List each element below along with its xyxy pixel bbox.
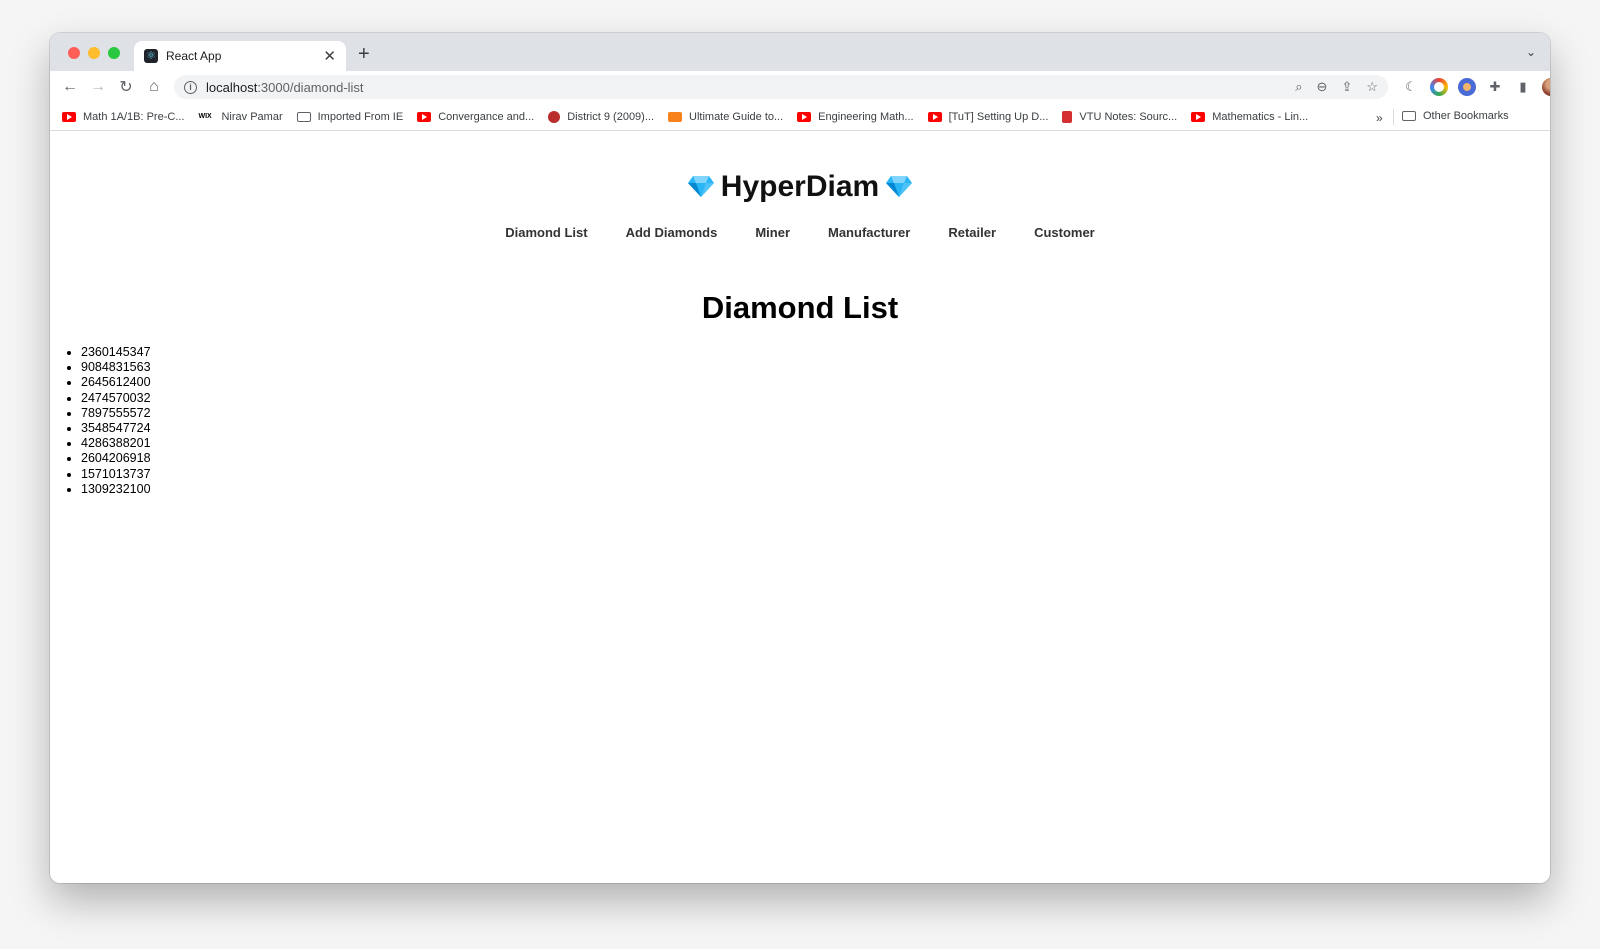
extension-icons: ☾ ✚ ▮ ⋮ xyxy=(1402,78,1550,96)
list-item: 4286388201 xyxy=(81,436,151,451)
bookmarks-bar: Math 1A/1B: Pre-C... WIX Nirav Pamar Impo… xyxy=(50,103,1550,131)
folder-icon xyxy=(1402,111,1416,121)
back-arrow-icon[interactable]: ← xyxy=(56,78,84,96)
youtube-icon xyxy=(797,111,812,122)
bookmark-item[interactable]: WIX Nirav Pamar xyxy=(198,111,282,123)
brand-name: HyperDiam xyxy=(720,170,880,203)
ultimate-guide-icon xyxy=(668,111,683,122)
tab-react-app[interactable]: ⚛ React App ✕ xyxy=(134,41,346,71)
bookmark-item[interactable]: Math 1A/1B: Pre-C... xyxy=(62,111,184,123)
nav-diamond-list[interactable]: Diamond List xyxy=(505,225,587,240)
main-nav: Diamond List Add Diamonds Miner Manufact… xyxy=(50,225,1550,240)
wix-icon: WIX xyxy=(198,112,212,120)
search-icon[interactable]: ⌕ xyxy=(1295,79,1302,95)
vtu-icon xyxy=(1062,110,1073,123)
district9-icon xyxy=(548,110,561,123)
color-extension-icon[interactable] xyxy=(1430,78,1448,96)
bookmark-item[interactable]: [TuT] Setting Up D... xyxy=(927,110,1049,123)
page-content: HyperDiam Diamond List Add Diamonds Mine… xyxy=(50,132,1550,883)
list-item: 9084831563 xyxy=(81,360,151,375)
other-bookmarks[interactable]: Other Bookmarks xyxy=(1402,110,1509,122)
grammar-extension-icon[interactable]: ☾ xyxy=(1402,78,1420,96)
forward-arrow-icon[interactable]: → xyxy=(84,78,112,96)
bookmark-label: Imported From IE xyxy=(317,110,404,123)
browser-window: ⚛ React App ✕ + ⌄ ← → ↻ ⌂ i localhost:30… xyxy=(50,33,1550,883)
bookmark-label: Convergance and... xyxy=(438,110,535,123)
tab-strip: ⚛ React App ✕ + ⌄ xyxy=(50,33,1550,71)
bookmark-item[interactable]: Convergance and... xyxy=(417,111,534,123)
browser-toolbar: ← → ↻ ⌂ i localhost:3000/diamond-list ⌕ … xyxy=(50,71,1550,103)
list-item: 7897555572 xyxy=(81,406,151,421)
page-title: Diamond List xyxy=(701,290,899,325)
nav-manufacturer[interactable]: Manufacturer xyxy=(828,225,910,240)
bookmarks-divider xyxy=(1393,109,1394,125)
bookmark-label: District 9 (2009)... xyxy=(567,110,655,123)
share-icon[interactable]: ⇪ xyxy=(1341,79,1352,95)
circle-extension-icon[interactable] xyxy=(1458,78,1476,96)
bookmarks-overflow-button[interactable]: » xyxy=(1376,111,1383,125)
close-window-button[interactable] xyxy=(68,47,80,59)
address-bar[interactable]: i localhost:3000/diamond-list ⌕ ⊖ ⇪ ☆ xyxy=(174,75,1388,99)
list-item: 3548547724 xyxy=(81,421,151,436)
info-icon[interactable]: i xyxy=(184,80,197,94)
new-tab-icon[interactable]: + xyxy=(358,43,370,66)
bookmark-item[interactable]: Ultimate Guide to... xyxy=(668,111,783,123)
puzzle-icon[interactable]: ✚ xyxy=(1486,78,1504,96)
nav-customer[interactable]: Customer xyxy=(1034,225,1095,240)
bookmark-label: [TuT] Setting Up D... xyxy=(948,110,1049,123)
list-item: 2604206918 xyxy=(81,451,151,466)
maximize-window-button[interactable] xyxy=(108,47,120,59)
youtube-icon xyxy=(417,111,432,122)
bookmark-item[interactable]: Mathematics - Lin... xyxy=(1191,111,1308,123)
bookmark-label: Engineering Math... xyxy=(818,110,914,123)
chevron-down-icon[interactable]: ⌄ xyxy=(1526,45,1536,59)
zoom-out-icon[interactable]: ⊖ xyxy=(1317,79,1328,95)
bookmark-label: Math 1A/1B: Pre-C... xyxy=(83,110,185,123)
minimize-window-button[interactable] xyxy=(88,47,100,59)
diamond-list: 2360145347 9084831563 2645612400 2474570… xyxy=(81,345,151,497)
tab-title: React App xyxy=(166,49,222,63)
url-path: :3000/diamond-list xyxy=(257,79,364,95)
bookmark-item[interactable]: Imported From IE xyxy=(296,110,404,123)
gem-icon xyxy=(687,176,714,197)
list-item: 2645612400 xyxy=(81,375,151,390)
bookmark-label: VTU Notes: Sourc... xyxy=(1079,110,1178,123)
bookmark-item[interactable]: Engineering Math... xyxy=(797,110,914,123)
react-icon: ⚛ xyxy=(144,49,158,63)
close-icon[interactable]: ✕ xyxy=(323,47,336,65)
bookmark-item[interactable]: District 9 (2009)... xyxy=(548,110,655,123)
list-item: 1571013737 xyxy=(81,467,151,482)
url-host: localhost xyxy=(206,79,258,95)
list-item: 2474570032 xyxy=(81,391,151,406)
bookmark-item[interactable]: VTU Notes: Sourc... xyxy=(1062,110,1178,123)
list-item: 2360145347 xyxy=(81,345,151,360)
youtube-icon xyxy=(1191,111,1206,122)
youtube-icon xyxy=(62,111,76,122)
nav-add-diamonds[interactable]: Add Diamonds xyxy=(626,225,718,240)
avatar[interactable] xyxy=(1542,78,1550,96)
other-bookmarks-label: Other Bookmarks xyxy=(1423,110,1509,122)
sidebar-icon[interactable]: ▮ xyxy=(1514,78,1532,96)
nav-miner[interactable]: Miner xyxy=(755,225,790,240)
url-text[interactable]: localhost:3000/diamond-list xyxy=(206,80,1281,95)
bookmark-label: Nirav Pamar xyxy=(221,110,283,123)
home-icon[interactable]: ⌂ xyxy=(140,78,168,96)
list-item: 1309232100 xyxy=(81,482,151,497)
brand-title: HyperDiam xyxy=(50,170,1550,204)
bookmark-label: Mathematics - Lin... xyxy=(1212,110,1309,123)
folder-icon xyxy=(296,111,311,122)
nav-retailer[interactable]: Retailer xyxy=(948,225,996,240)
reload-icon[interactable]: ↻ xyxy=(112,77,140,97)
gem-icon xyxy=(886,176,913,197)
youtube-icon xyxy=(927,111,942,122)
star-icon[interactable]: ☆ xyxy=(1366,79,1378,95)
bookmark-label: Ultimate Guide to... xyxy=(689,110,784,123)
